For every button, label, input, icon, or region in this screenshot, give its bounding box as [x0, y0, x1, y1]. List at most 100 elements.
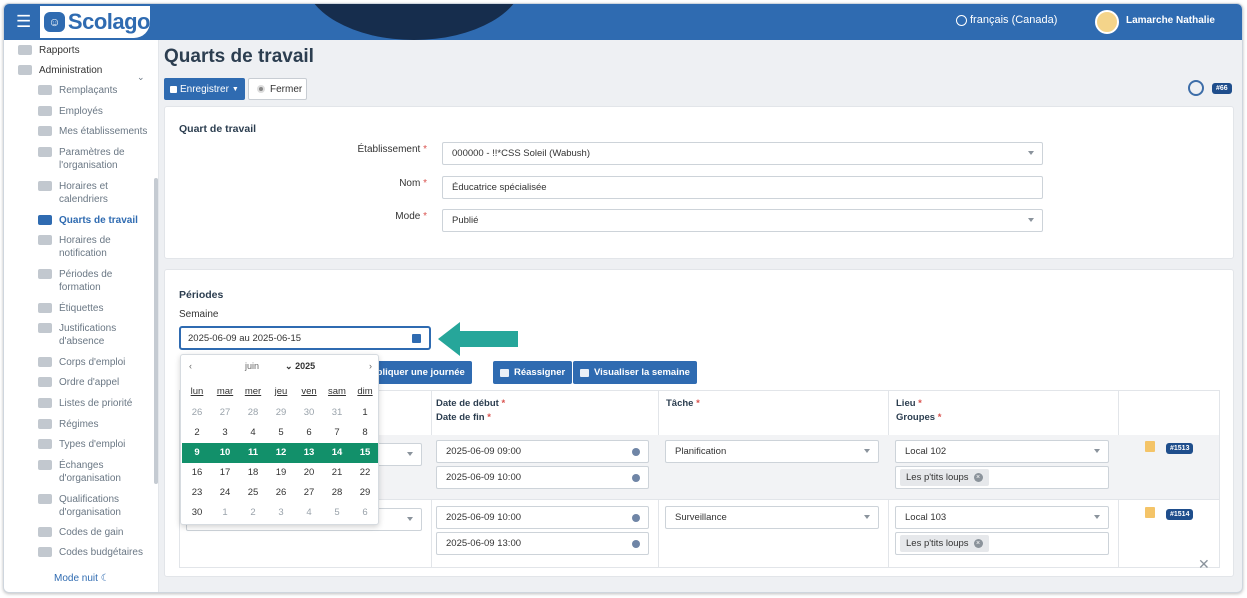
- calendar-day[interactable]: 26: [267, 483, 295, 503]
- close-icon[interactable]: ✕: [1198, 556, 1210, 573]
- calendar-day[interactable]: 25: [239, 483, 267, 503]
- calendar-day[interactable]: 24: [211, 483, 239, 503]
- groups-select[interactable]: Les p'tits loups ×: [895, 466, 1109, 489]
- year-select[interactable]: ⌄ 2025: [285, 361, 315, 372]
- calendar-day[interactable]: 8: [351, 423, 379, 443]
- calendar-day[interactable]: 9: [183, 443, 211, 463]
- sidebar-item[interactable]: Périodes de formation: [4, 268, 154, 294]
- location-select[interactable]: Local 103: [895, 506, 1109, 529]
- mode-select[interactable]: Publié: [442, 209, 1043, 232]
- sidebar-item[interactable]: Employés: [4, 105, 154, 118]
- calendar-day[interactable]: 11: [239, 443, 267, 463]
- groups-select[interactable]: Les p'tits loups ×: [895, 532, 1109, 555]
- trash-icon[interactable]: [1145, 507, 1155, 518]
- remove-tag-icon[interactable]: ×: [973, 539, 983, 548]
- sidebar-item[interactable]: Régimes: [4, 418, 154, 431]
- start-datetime-input[interactable]: 2025-06-09 10:00: [436, 506, 649, 529]
- prev-month-button[interactable]: ‹: [189, 361, 192, 371]
- sidebar-item[interactable]: Codes de gain: [4, 526, 154, 539]
- calendar-day[interactable]: 3: [211, 423, 239, 443]
- calendar-day[interactable]: 15: [351, 443, 379, 463]
- calendar-day[interactable]: 12: [267, 443, 295, 463]
- calendar-day[interactable]: 2: [239, 503, 267, 523]
- sidebar-item[interactable]: Paramètres de l'organisation: [4, 146, 154, 172]
- calendar-day[interactable]: 26: [183, 403, 211, 423]
- sidebar-item-icon: [38, 439, 52, 449]
- calendar-day[interactable]: 1: [211, 503, 239, 523]
- view-week-button[interactable]: Visualiser la semaine: [573, 361, 697, 384]
- calendar-day[interactable]: 6: [295, 423, 323, 443]
- sidebar-item[interactable]: Qualifications d'organisation: [4, 493, 154, 519]
- calendar-day[interactable]: 4: [239, 423, 267, 443]
- sidebar-item[interactable]: Types d'emploi: [4, 438, 154, 451]
- next-month-button[interactable]: ›: [369, 361, 372, 371]
- sidebar-item[interactable]: Mes établissements: [4, 125, 154, 138]
- calendar-day[interactable]: 27: [211, 403, 239, 423]
- etablissement-select[interactable]: 000000 - !!*CSS Soleil (Wabush): [442, 142, 1043, 165]
- user-name[interactable]: Lamarche Nathalie: [1126, 15, 1215, 26]
- calendar-day[interactable]: 30: [183, 503, 211, 523]
- calendar-day[interactable]: 29: [351, 483, 379, 503]
- avatar[interactable]: [1095, 10, 1119, 34]
- nom-input[interactable]: Éducatrice spécialisée: [442, 176, 1043, 199]
- logo[interactable]: ☺ Scolago: [40, 6, 151, 38]
- calendar-day[interactable]: 7: [323, 423, 351, 443]
- sidebar-item[interactable]: Justifications d'absence: [4, 322, 154, 348]
- calendar-day[interactable]: 17: [211, 463, 239, 483]
- calendar-day[interactable]: 5: [267, 423, 295, 443]
- save-button[interactable]: Enregistrer ▼: [164, 78, 245, 100]
- calendar-day[interactable]: 22: [351, 463, 379, 483]
- close-button[interactable]: Fermer: [248, 78, 307, 100]
- remove-tag-icon[interactable]: ×: [973, 473, 983, 482]
- chevron-down-icon[interactable]: ⌄: [137, 72, 145, 83]
- calendar-day[interactable]: 31: [323, 403, 351, 423]
- week-picker-input[interactable]: 2025-06-09 au 2025-06-15: [179, 326, 431, 350]
- calendar-day[interactable]: 14: [323, 443, 351, 463]
- calendar-day[interactable]: 19: [267, 463, 295, 483]
- calendar-day[interactable]: 10: [211, 443, 239, 463]
- end-datetime-input[interactable]: 2025-06-09 10:00: [436, 466, 649, 489]
- calendar-day[interactable]: 4: [295, 503, 323, 523]
- sidebar-item[interactable]: Horaires et calendriers: [4, 180, 154, 206]
- calendar-day[interactable]: 16: [183, 463, 211, 483]
- calendar-day[interactable]: 21: [323, 463, 351, 483]
- location-select[interactable]: Local 102: [895, 440, 1109, 463]
- calendar-day[interactable]: 29: [267, 403, 295, 423]
- calendar-day[interactable]: 13: [295, 443, 323, 463]
- sidebar-item[interactable]: Étiquettes: [4, 302, 154, 315]
- trash-icon[interactable]: [1145, 441, 1155, 452]
- calendar-day[interactable]: 30: [295, 403, 323, 423]
- menu-icon[interactable]: ☰: [16, 13, 31, 30]
- history-icon[interactable]: [1188, 80, 1204, 96]
- sidebar-item[interactable]: Horaires de notification: [4, 234, 154, 260]
- month-label[interactable]: juin: [245, 361, 259, 371]
- calendar-day[interactable]: 28: [323, 483, 351, 503]
- sidebar-item[interactable]: Échanges d'organisation: [4, 459, 154, 485]
- calendar-day[interactable]: 27: [295, 483, 323, 503]
- sidebar-item[interactable]: Remplaçants: [4, 84, 154, 97]
- sidebar-scrollbar[interactable]: [154, 178, 158, 484]
- sidebar-item[interactable]: Codes budgétaires: [4, 546, 154, 559]
- calendar-day[interactable]: 5: [323, 503, 351, 523]
- calendar-day[interactable]: 2: [183, 423, 211, 443]
- sidebar-item[interactable]: Corps d'emploi: [4, 356, 154, 369]
- start-datetime-input[interactable]: 2025-06-09 09:00: [436, 440, 649, 463]
- sidebar-item[interactable]: Ordre d'appel: [4, 376, 154, 389]
- calendar-day[interactable]: 6: [351, 503, 379, 523]
- end-datetime-input[interactable]: 2025-06-09 13:00: [436, 532, 649, 555]
- task-select[interactable]: Surveillance: [665, 506, 879, 529]
- sidebar-item[interactable]: Listes de priorité: [4, 397, 154, 410]
- calendar-day[interactable]: 3: [267, 503, 295, 523]
- calendar-day[interactable]: 28: [239, 403, 267, 423]
- sidebar-item[interactable]: Administration: [4, 64, 154, 77]
- calendar-day[interactable]: 20: [295, 463, 323, 483]
- task-select[interactable]: Planification: [665, 440, 879, 463]
- sidebar-item[interactable]: Quarts de travail: [4, 214, 154, 227]
- sidebar-item[interactable]: Rapports: [4, 44, 154, 57]
- calendar-day[interactable]: 23: [183, 483, 211, 503]
- language-selector[interactable]: français (Canada): [956, 14, 1057, 26]
- calendar-day[interactable]: 1: [351, 403, 379, 423]
- reassign-button[interactable]: Réassigner: [493, 361, 573, 384]
- calendar-day[interactable]: 18: [239, 463, 267, 483]
- mode-nuit-toggle[interactable]: Mode nuit ☾: [54, 573, 110, 584]
